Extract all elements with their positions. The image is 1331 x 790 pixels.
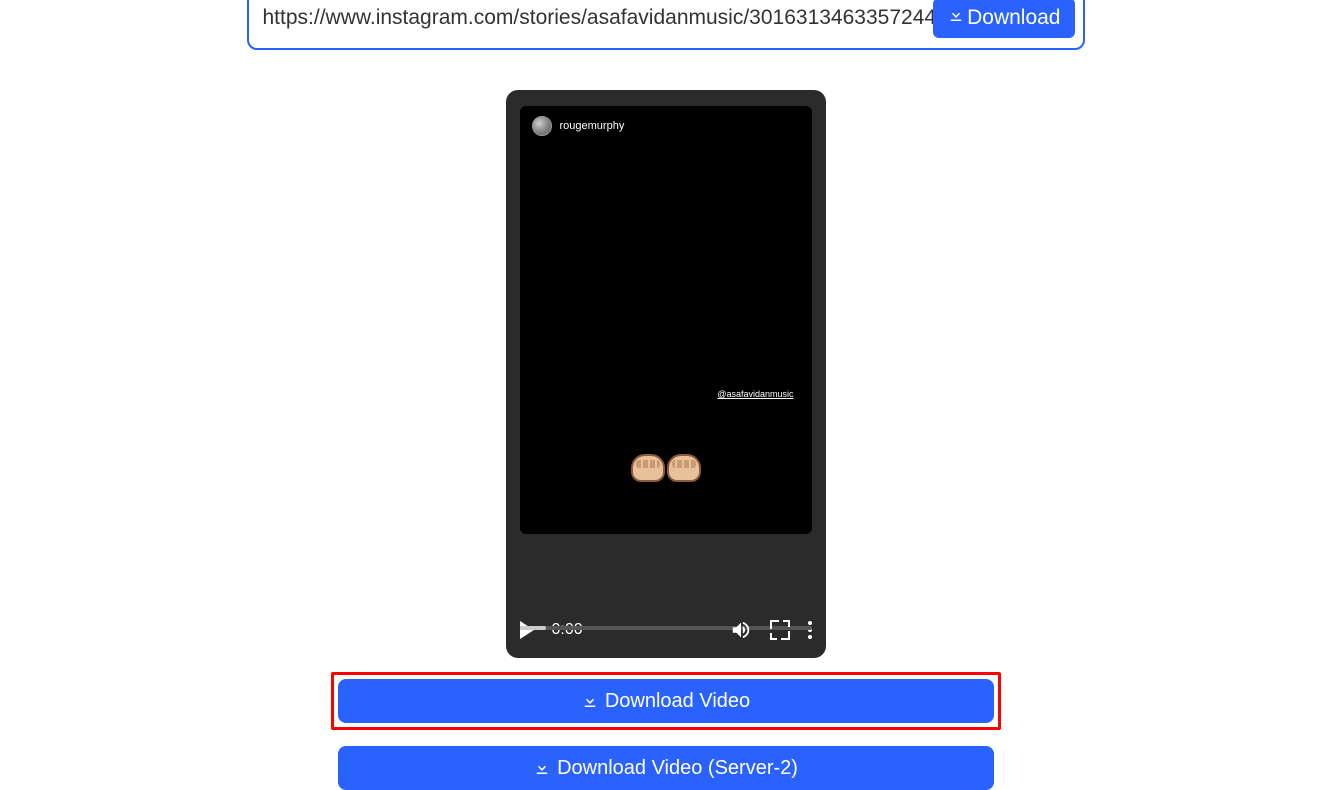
download-button-label: Download bbox=[967, 6, 1060, 30]
video-progress-bar[interactable] bbox=[520, 626, 812, 630]
download-video-server2-label: Download Video (Server-2) bbox=[557, 757, 798, 780]
video-viewport: rougemurphy @asafavidanmusic bbox=[506, 90, 826, 602]
story-username: rougemurphy bbox=[560, 120, 625, 132]
story-frame: rougemurphy @asafavidanmusic bbox=[520, 106, 812, 534]
download-video-button[interactable]: Download Video bbox=[338, 679, 994, 723]
more-options-icon[interactable] bbox=[808, 621, 812, 639]
fist-bump-emoji bbox=[631, 454, 701, 482]
volume-icon[interactable] bbox=[730, 619, 752, 641]
url-input[interactable] bbox=[263, 6, 934, 30]
download-icon bbox=[947, 6, 965, 30]
url-bar: Download bbox=[247, 0, 1085, 50]
download-icon bbox=[581, 692, 599, 710]
avatar bbox=[532, 116, 552, 136]
story-header: rougemurphy bbox=[520, 106, 812, 146]
video-time: 0:00 bbox=[552, 621, 583, 639]
download-icon bbox=[533, 759, 551, 777]
video-controls: 0:00 bbox=[506, 602, 826, 658]
download-buttons-area: Download Video Download Video (Server-2) bbox=[331, 672, 1001, 790]
download-button-top[interactable]: Download bbox=[933, 0, 1074, 38]
video-player[interactable]: rougemurphy @asafavidanmusic 0:00 bbox=[506, 90, 826, 658]
download-video-server2-button[interactable]: Download Video (Server-2) bbox=[338, 746, 994, 790]
story-mention-tag: @asafavidanmusic bbox=[717, 389, 793, 399]
video-progress-fill bbox=[520, 626, 546, 630]
download-video-label: Download Video bbox=[605, 690, 750, 713]
highlight-box: Download Video bbox=[331, 672, 1001, 730]
fullscreen-icon[interactable] bbox=[770, 620, 790, 640]
play-icon[interactable] bbox=[520, 621, 534, 639]
